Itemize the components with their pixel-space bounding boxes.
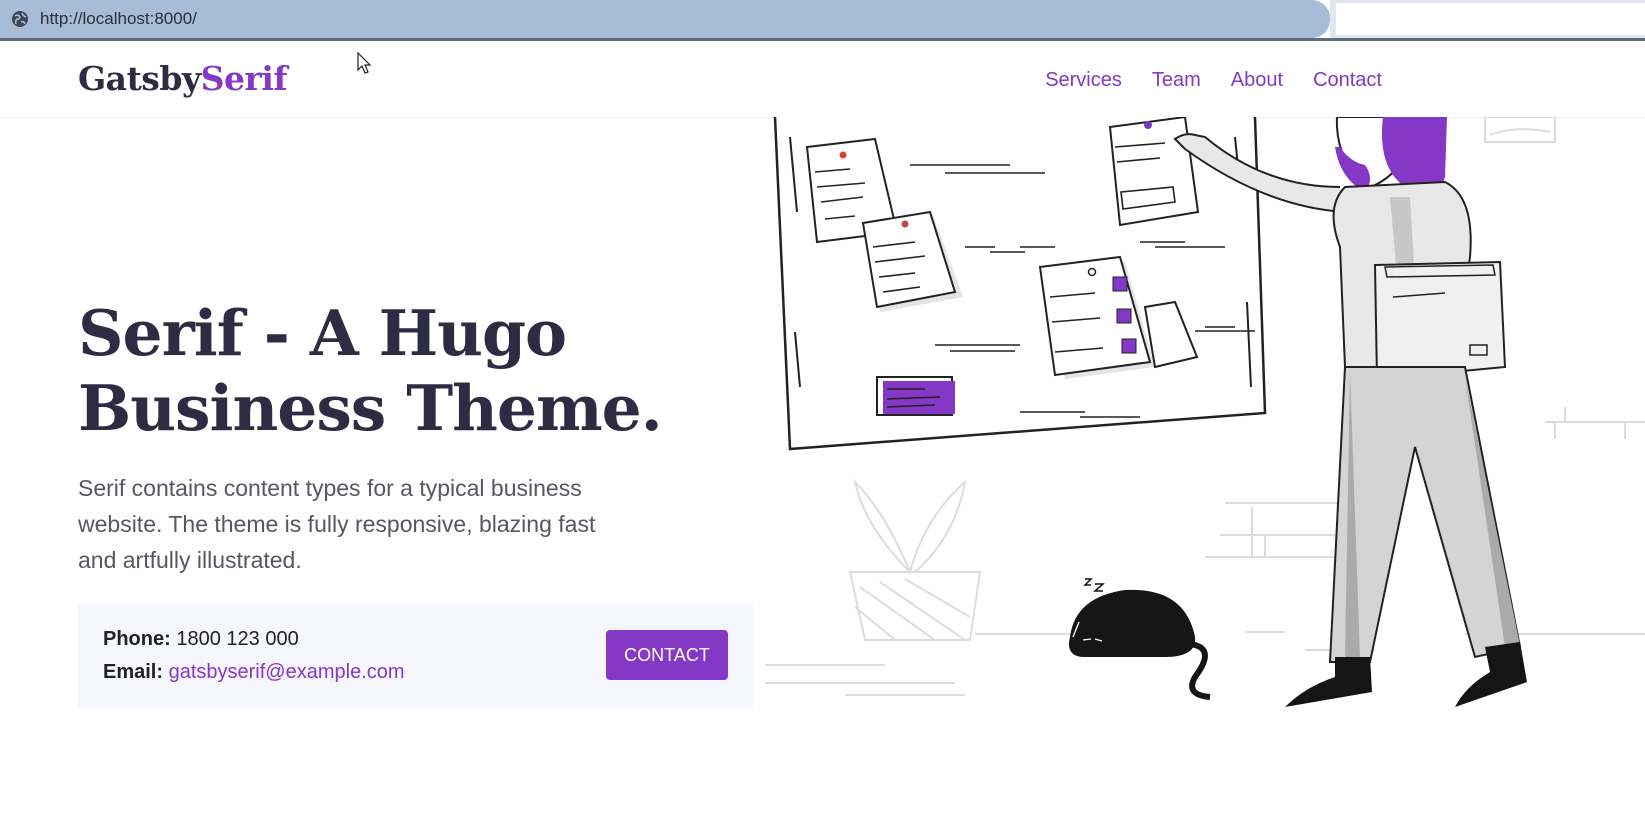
email-label: Email: (103, 661, 164, 683)
mouse-cursor-icon (357, 52, 372, 74)
main-nav: Services Team About Contact (1045, 69, 1382, 92)
nav-about[interactable]: About (1231, 69, 1283, 92)
call-box: Phone: 1800 123 000 Email: gatsbyserif@e… (78, 602, 753, 710)
logo-part-gatsby: Gatsby (78, 59, 201, 98)
phone-label: Phone: (103, 628, 171, 650)
url-text[interactable]: http://localhost:8000/ (40, 9, 197, 29)
hero-description: Serif contains content types for a typic… (78, 475, 596, 573)
contact-button[interactable]: CONTACT (606, 630, 728, 680)
hero-illustration (765, 117, 1645, 707)
email-line: Email: gatsbyserif@example.com (103, 661, 405, 684)
site-logo[interactable]: GatsbySerif (78, 59, 288, 98)
email-link[interactable]: gatsbyserif@example.com (169, 661, 405, 683)
browser-address-bar[interactable]: http://localhost:8000/ (0, 0, 1330, 38)
phone-value: 1800 123 000 (176, 628, 299, 650)
nav-team[interactable]: Team (1152, 69, 1201, 92)
hero-title: Serif - A Hugo Business Theme. (78, 296, 663, 445)
logo-part-serif: Serif (200, 59, 288, 98)
browser-search-box[interactable] (1336, 3, 1645, 35)
cork-board (773, 117, 1267, 451)
nav-services[interactable]: Services (1045, 69, 1122, 92)
phone-line: Phone: 1800 123 000 (103, 628, 299, 651)
site-header: GatsbySerif Services Team About Contact (0, 41, 1645, 118)
globe-icon (12, 11, 28, 27)
sleeping-cat (1069, 578, 1211, 700)
nav-contact[interactable]: Contact (1313, 69, 1382, 92)
